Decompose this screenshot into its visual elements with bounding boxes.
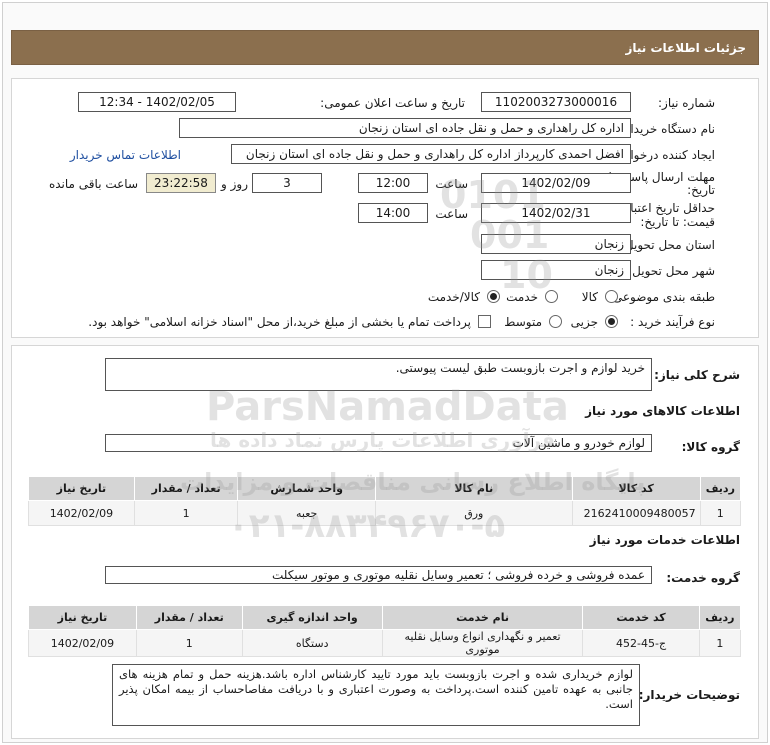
goods-table-header: ردیف کد کالا نام کالا واحد شمارش تعداد /… xyxy=(28,476,742,501)
services-col-date: تاریخ نیاز xyxy=(28,605,137,630)
goods-group-label: گروه کالا: xyxy=(681,440,740,454)
buyer-notes-label: توضیحات خریدار: xyxy=(638,688,740,702)
goods-col-qty: تعداد / مقدار xyxy=(133,476,239,501)
summary-label: شرح کلی نیاز: xyxy=(654,368,740,382)
goods-cell-unit: جعبه xyxy=(237,500,376,526)
category-radio-goods[interactable] xyxy=(605,290,618,303)
goods-cell-name: ورق xyxy=(374,500,573,526)
province-label: استان محل تحویل: xyxy=(620,238,715,252)
services-col-name: نام خدمت xyxy=(381,605,584,630)
deadline-time-label: ساعت xyxy=(435,177,468,191)
services-col-code: کد خدمت xyxy=(582,605,700,630)
process-option-medium: متوسط xyxy=(504,315,542,329)
deadline-time-field[interactable]: 12:00 xyxy=(358,173,428,193)
need-number-field[interactable]: 1102003273000016 xyxy=(481,92,631,112)
goods-col-code: کد کالا xyxy=(571,476,701,501)
goods-col-row: ردیف xyxy=(699,476,742,501)
validity-label: حداقل تاریخ اعتبار xyxy=(624,201,715,215)
treasury-payment-checkbox[interactable] xyxy=(478,315,491,328)
announce-date-label: تاریخ و ساعت اعلان عمومی: xyxy=(320,96,465,110)
validity-time-label: ساعت xyxy=(435,207,468,221)
city-field[interactable]: زنجان xyxy=(481,260,631,280)
goods-cell-qty: 1 xyxy=(133,500,239,526)
page-header: جزئیات اطلاعات نیاز xyxy=(11,30,759,65)
goods-col-name: نام کالا xyxy=(374,476,573,501)
need-number-label: شماره نیاز: xyxy=(658,96,715,110)
validity-time-field[interactable]: 14:00 xyxy=(358,203,428,223)
category-label: طبقه بندی موضوعی: xyxy=(608,290,715,304)
page-title: جزئیات اطلاعات نیاز xyxy=(625,41,746,55)
category-option-goods: کالا xyxy=(581,290,598,304)
goods-cell-date: 1402/02/09 xyxy=(28,500,135,526)
process-radio-medium[interactable] xyxy=(549,315,562,328)
buyer-org-label: نام دستگاه خریدار: xyxy=(620,122,716,136)
goods-table: ردیف کد کالا نام کالا واحد شمارش تعداد /… xyxy=(28,476,742,526)
category-option-goods-service: کالا/خدمت xyxy=(427,290,480,304)
treasury-payment-note: پرداخت تمام یا بخشی از مبلغ خرید،از محل … xyxy=(88,315,471,329)
summary-field[interactable]: خرید لوازم و اجرت بازوبست طبق لیست پیوست… xyxy=(105,358,652,391)
table-row[interactable]: 1 2162410009480057 ورق جعبه 1 1402/02/09 xyxy=(28,500,742,526)
days-label: روز و xyxy=(221,177,248,191)
services-table: ردیف کد خدمت نام خدمت واحد اندازه گیری ت… xyxy=(28,605,742,657)
services-cell-unit: دستگاه xyxy=(241,629,383,657)
process-label: نوع فرآیند خرید : xyxy=(630,315,715,329)
goods-col-date: تاریخ نیاز xyxy=(28,476,135,501)
services-col-unit: واحد اندازه گیری xyxy=(241,605,383,630)
services-cell-qty: 1 xyxy=(135,629,243,657)
services-cell-code: ج-45-452 xyxy=(582,629,700,657)
goods-col-unit: واحد شمارش xyxy=(237,476,376,501)
services-section-title: اطلاعات خدمات مورد نیاز xyxy=(589,533,740,547)
services-table-header: ردیف کد خدمت نام خدمت واحد اندازه گیری ت… xyxy=(28,605,742,630)
deadline-label-date: تاریخ: xyxy=(687,183,715,197)
process-radio-minor[interactable] xyxy=(605,315,618,328)
goods-section-title: اطلاعات کالاهای مورد نیاز xyxy=(585,404,740,418)
buyer-org-field[interactable]: اداره کل راهداری و حمل و نقل جاده ای است… xyxy=(179,118,631,138)
contact-buyer-link[interactable]: اطلاعات تماس خریدار xyxy=(70,148,181,162)
validity-label-date: قیمت: تا تاریخ: xyxy=(640,215,715,229)
remaining-time-label: ساعت باقی مانده xyxy=(48,177,138,191)
category-radio-service[interactable] xyxy=(545,290,558,303)
services-cell-row: 1 xyxy=(698,629,742,657)
table-row[interactable]: 1 ج-45-452 تعمیر و نگهداری انواع وسایل ن… xyxy=(28,629,742,657)
category-option-service: خدمت xyxy=(506,290,538,304)
need-info-panel: شماره نیاز: 1102003273000016 تاریخ و ساع… xyxy=(11,78,759,338)
goods-group-field[interactable]: لوازم خودرو و ماشین آلات xyxy=(105,434,652,452)
need-details-panel: شرح کلی نیاز: خرید لوازم و اجرت بازوبست … xyxy=(11,345,759,739)
process-option-minor: جزیی xyxy=(570,315,598,329)
announce-date-field[interactable]: 1402/02/05 - 12:34 xyxy=(78,92,236,112)
validity-date-field[interactable]: 1402/02/31 xyxy=(481,203,631,223)
services-cell-date: 1402/02/09 xyxy=(28,629,137,657)
days-remaining-field[interactable]: 3 xyxy=(252,173,322,193)
services-group-field[interactable]: عمده فروشی و خرده فروشی ؛ تعمیر وسایل نق… xyxy=(105,566,652,584)
goods-cell-row: 1 xyxy=(699,500,742,526)
buyer-notes-field[interactable]: لوازم خریداری شده و اجرت بازوبست باید مو… xyxy=(112,664,640,726)
services-cell-name: تعمیر و نگهداری انواع وسایل نقلیه موتوری xyxy=(381,629,584,657)
remaining-time-field: 23:22:58 xyxy=(146,173,216,193)
services-col-row: ردیف xyxy=(698,605,742,630)
services-group-label: گروه خدمت: xyxy=(666,571,740,585)
province-field[interactable]: زنجان xyxy=(481,234,631,254)
goods-cell-code: 2162410009480057 xyxy=(571,500,701,526)
deadline-date-field[interactable]: 1402/02/09 xyxy=(481,173,631,193)
city-label: شهر محل تحویل: xyxy=(628,264,715,278)
category-radio-goods-service[interactable] xyxy=(487,290,500,303)
requester-field[interactable]: افضل احمدی کارپرداز اداره کل راهداری و ح… xyxy=(231,144,631,164)
services-col-qty: تعداد / مقدار xyxy=(135,605,243,630)
